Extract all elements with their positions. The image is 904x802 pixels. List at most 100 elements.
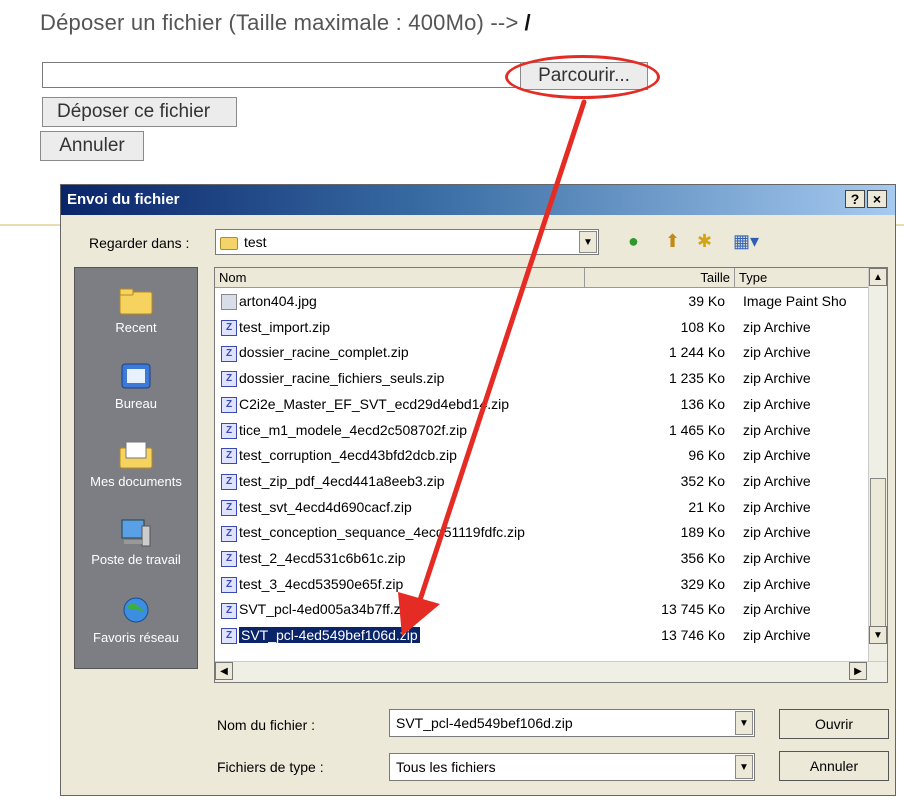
filename-value: SVT_pcl-4ed549bef106d.zip <box>396 715 573 731</box>
file-row[interactable]: Z SVT_pcl-4ed005a34b7ff.zip 13 745 Ko zip A… <box>215 598 865 622</box>
file-row[interactable]: Ztest_corruption_4ecd43bfd2dcb.zip 96 Ko z… <box>215 444 865 468</box>
zip-file-icon: Z <box>221 576 237 593</box>
help-button[interactable]: ? <box>845 190 865 208</box>
dialog-title: Envoi du fichier <box>67 191 180 208</box>
file-row[interactable]: Z C2i2e_Master_EF_SVT_ecd29d4ebd14.zip 136… <box>215 393 865 417</box>
column-header-type[interactable]: Type <box>735 268 871 288</box>
file-type: zip Archive <box>743 627 811 644</box>
file-list[interactable]: Nom Taille Type arton404.jpg 39 Ko Image P… <box>214 267 888 683</box>
up-folder-icon[interactable]: ⬆ <box>665 231 680 252</box>
annotation-circle <box>505 55 660 99</box>
file-type: zip Archive <box>743 472 811 489</box>
zip-file-icon: Z <box>221 448 237 465</box>
file-row[interactable]: Zdossier_racine_complet.zip 1 244 Ko zip A… <box>215 341 865 365</box>
file-size: 352 Ko <box>680 472 725 489</box>
file-type: zip Archive <box>743 370 811 387</box>
file-size: 1 465 Ko <box>668 421 725 438</box>
scroll-up-icon[interactable]: ▲ <box>869 268 887 286</box>
folder-icon <box>220 236 238 250</box>
file-type: Image Paint Sho <box>743 293 847 309</box>
filetype-dropdown[interactable]: Tous les fichiers ▼ <box>389 753 755 781</box>
file-type: zip Archive <box>743 524 811 541</box>
file-row[interactable]: Ztest_svt_4ecd4d690cacf.zip 21 Ko zip Arch… <box>215 496 865 520</box>
place-label: Bureau <box>115 396 157 411</box>
file-row[interactable]: Ztice_m1_modele_4ecd2c508702f.zip 1 465 K… <box>215 419 865 443</box>
my-documents-icon <box>119 441 153 469</box>
dialog-titlebar: Envoi du fichier ? × <box>61 185 895 215</box>
file-type: zip Archive <box>743 601 811 618</box>
vertical-scrollbar[interactable]: ▲ ▼ <box>868 268 887 662</box>
close-button[interactable]: × <box>867 190 887 208</box>
file-row[interactable]: Ztest_2_4ecd531c6b61c.zip 356 Ko zip Archi… <box>215 547 865 571</box>
filetype-value: Tous les fichiers <box>396 759 496 775</box>
place-my-computer[interactable]: Poste de travail <box>75 518 197 567</box>
dialog-cancel-button[interactable]: Annuler <box>779 751 889 781</box>
file-name: Ztice_m1_modele_4ecd2c508702f.zip <box>221 422 467 439</box>
file-size: 136 Ko <box>680 395 725 412</box>
view-menu-icon[interactable]: ▦▾ <box>733 231 759 252</box>
back-icon[interactable]: ● <box>628 231 639 252</box>
file-row[interactable]: Ztest_3_4ecd53590e65f.zip 329 Ko zip Archi… <box>215 573 865 597</box>
page-title-text: Déposer un fichier (Taille maximale : 40… <box>40 10 519 35</box>
place-recent[interactable]: Recent <box>75 286 197 335</box>
place-network[interactable]: Favoris réseau <box>75 596 197 645</box>
cancel-upload-button[interactable]: Annuler <box>40 131 144 161</box>
places-bar: Recent Bureau Mes documents Poste de tra… <box>74 267 198 669</box>
place-label: Mes documents <box>90 474 182 489</box>
place-desktop[interactable]: Bureau <box>75 362 197 411</box>
page-path: / <box>524 10 531 35</box>
horizontal-scrollbar[interactable]: ◀ ▶ <box>215 661 887 682</box>
file-path-input[interactable] <box>42 62 522 88</box>
page-title: Déposer un fichier (Taille maximale : 40… <box>40 10 531 36</box>
file-size: 13 746 Ko <box>661 627 725 644</box>
file-row[interactable]: Ztest_zip_pdf_4ecd441a8eeb3.zip 352 Ko zip… <box>215 470 865 494</box>
file-size: 108 Ko <box>680 318 725 335</box>
file-size: 96 Ko <box>688 447 725 464</box>
zip-file-icon: Z <box>221 371 237 388</box>
zip-file-icon: Z <box>221 345 237 362</box>
zip-file-icon: Z <box>221 551 237 568</box>
file-row[interactable]: arton404.jpg 39 Ko Image Paint Sho <box>215 290 865 314</box>
scroll-thumb[interactable] <box>870 478 886 630</box>
look-in-dropdown[interactable]: test ▼ <box>215 229 599 255</box>
place-label: Poste de travail <box>91 552 181 567</box>
scroll-right-icon[interactable]: ▶ <box>849 662 867 680</box>
file-row[interactable]: Zdossier_racine_fichiers_seuls.zip 1 235 … <box>215 367 865 391</box>
new-folder-icon[interactable]: ✱ <box>697 231 712 252</box>
file-row[interactable]: Ztest_conception_sequance_4ecd51119fdfc.… <box>215 521 865 545</box>
zip-file-icon: Z <box>221 474 237 491</box>
filetype-label: Fichiers de type : <box>217 759 324 775</box>
filename-label: Nom du fichier : <box>217 717 316 733</box>
file-type: zip Archive <box>743 421 811 438</box>
file-name: Ztest_import.zip <box>221 319 330 336</box>
file-size: 39 Ko <box>688 293 725 309</box>
desktop-icon <box>121 363 151 389</box>
chevron-down-icon[interactable]: ▼ <box>735 755 753 779</box>
file-type: zip Archive <box>743 447 811 464</box>
file-name: Z SVT_pcl-4ed549bef106d.zip <box>221 627 420 645</box>
filename-field[interactable]: SVT_pcl-4ed549bef106d.zip ▼ <box>389 709 755 737</box>
file-name: Zdossier_racine_complet.zip <box>221 344 409 362</box>
column-header-name[interactable]: Nom <box>215 268 585 288</box>
scroll-left-icon[interactable]: ◀ <box>215 662 233 680</box>
file-row[interactable]: Z SVT_pcl-4ed549bef106d.zip 13 746 Ko zip A… <box>215 624 865 648</box>
upload-file-button[interactable]: Déposer ce fichier <box>42 97 237 127</box>
image-file-icon <box>221 294 237 311</box>
chevron-down-icon[interactable]: ▼ <box>735 711 753 735</box>
chevron-down-icon[interactable]: ▼ <box>579 231 597 253</box>
zip-file-icon: Z <box>221 628 237 645</box>
place-my-documents[interactable]: Mes documents <box>75 440 197 489</box>
file-name: Ztest_corruption_4ecd43bfd2dcb.zip <box>221 447 457 465</box>
file-name: Z SVT_pcl-4ed005a34b7ff.zip <box>221 601 412 619</box>
zip-file-icon: Z <box>221 422 237 439</box>
network-icon <box>123 597 149 623</box>
zip-file-icon: Z <box>221 602 237 619</box>
look-in-value: test <box>244 234 267 250</box>
file-name: Z C2i2e_Master_EF_SVT_ecd29d4ebd14.zip <box>221 396 509 414</box>
file-row[interactable]: Ztest_import.zip 108 Ko zip Archive <box>215 316 865 340</box>
open-button[interactable]: Ouvrir <box>779 709 889 739</box>
file-name: arton404.jpg <box>221 293 317 311</box>
column-header-size[interactable]: Taille <box>585 268 735 288</box>
scroll-down-icon[interactable]: ▼ <box>869 626 887 644</box>
zip-file-icon: Z <box>221 319 237 336</box>
